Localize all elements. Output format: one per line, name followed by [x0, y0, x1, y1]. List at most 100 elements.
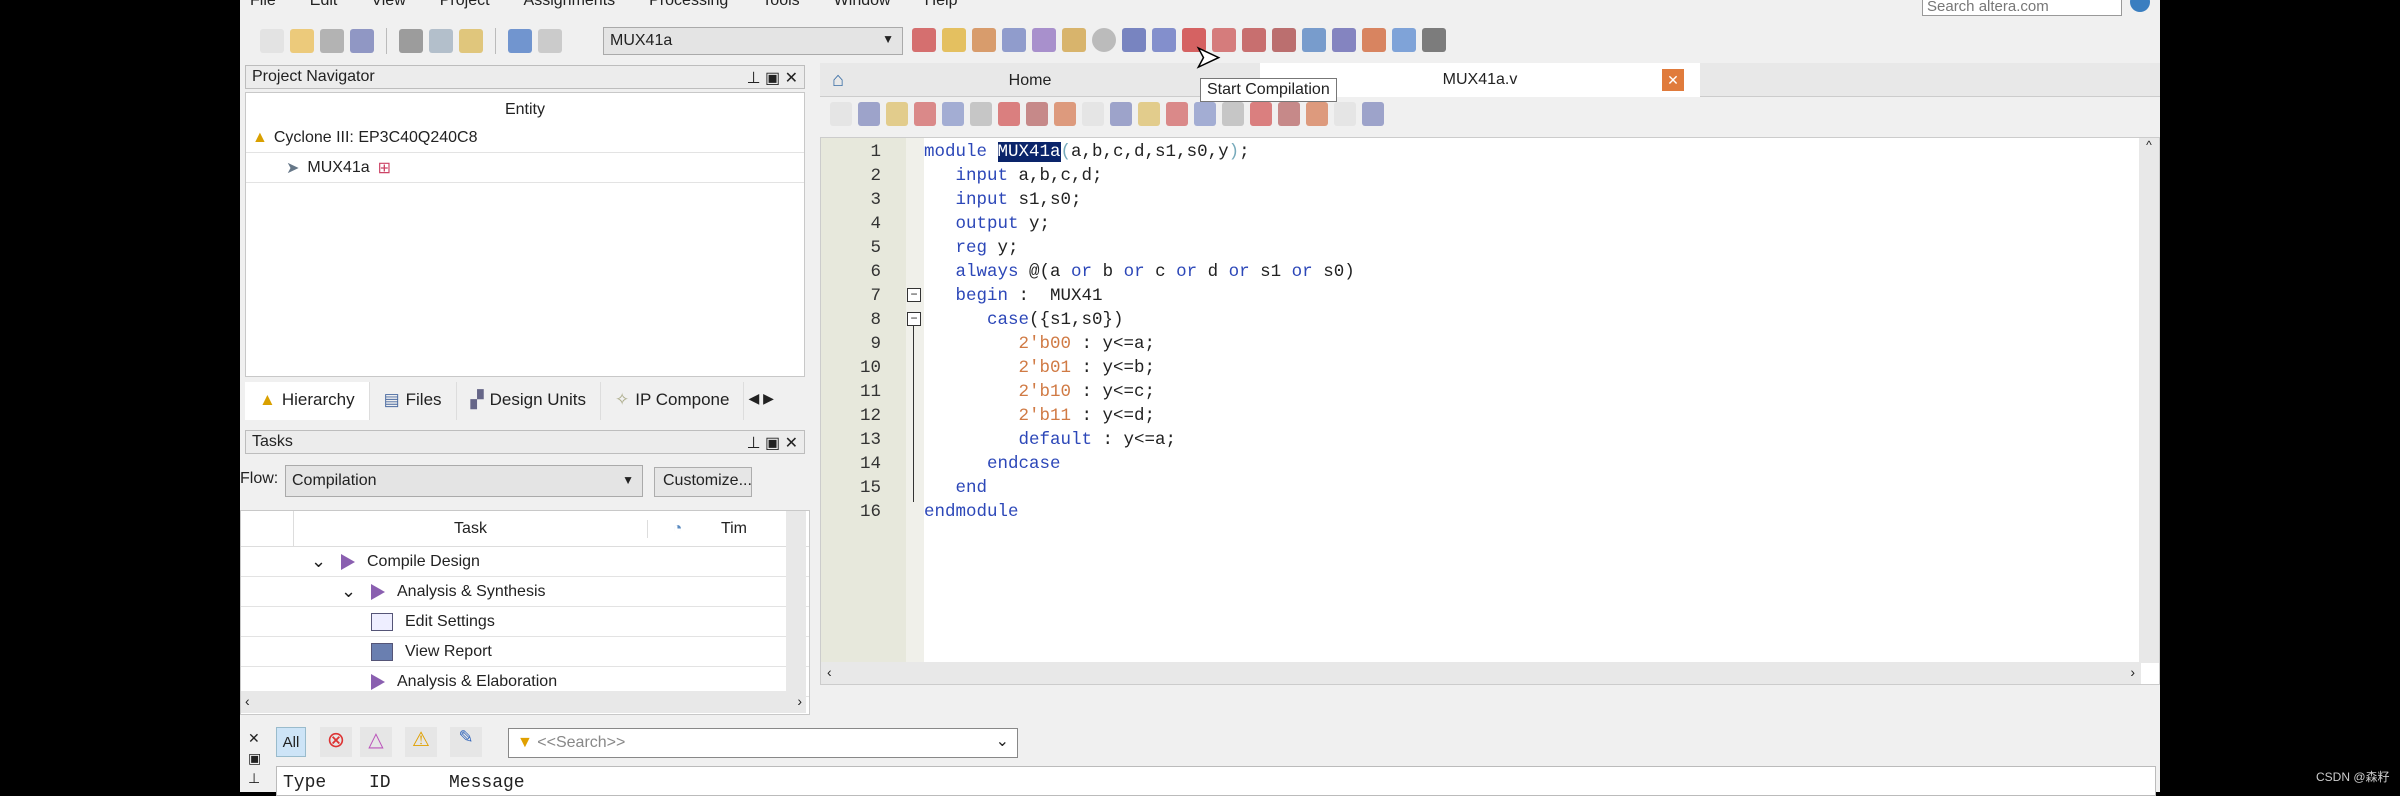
code-line[interactable]: input s1,s0; — [924, 188, 1355, 212]
code-line[interactable]: reg y; — [924, 236, 1355, 260]
menu-view[interactable]: View — [371, 0, 405, 14]
fitter-icon[interactable] — [1062, 28, 1086, 52]
netlist-icon[interactable] — [912, 28, 936, 52]
tab-home[interactable]: ⌂ Home — [820, 65, 1240, 97]
task-row[interactable]: ⌄ Analysis & Synthesis — [241, 577, 809, 607]
save-all-icon[interactable] — [350, 29, 374, 53]
filter-suppress-button[interactable]: ✎ — [450, 727, 482, 757]
copy-icon[interactable] — [429, 29, 453, 53]
flow-select[interactable]: Compilation ▼ — [285, 465, 643, 497]
code-line[interactable]: end — [924, 476, 1355, 500]
tree-item-device[interactable]: ▲ Cyclone III: EP3C40Q240C8 — [246, 123, 804, 153]
code-line[interactable]: always @(a or b or c or d or s1 or s0) — [924, 260, 1355, 284]
unindent-icon[interactable] — [970, 102, 992, 126]
block2-icon[interactable] — [1334, 102, 1356, 126]
vertical-scrollbar[interactable] — [786, 511, 806, 691]
column-header-time[interactable]: Tim — [707, 520, 747, 538]
panel-controls[interactable]: ⊥ ▣ ✕ — [747, 433, 798, 452]
filter-warning-button[interactable]: ⚠ — [405, 727, 437, 757]
chevron-down-icon[interactable]: ⌄ — [311, 551, 341, 572]
menu-processing[interactable]: Processing — [649, 0, 728, 14]
customize-button[interactable]: Customize... — [654, 467, 752, 497]
find-icon[interactable] — [858, 102, 880, 126]
technology-map-icon[interactable] — [1272, 28, 1296, 52]
filter-error-button[interactable]: ⊗ — [320, 727, 352, 757]
rtl-viewer-icon[interactable] — [1152, 28, 1176, 52]
ab-icon[interactable] — [1250, 102, 1272, 126]
horizontal-scrollbar[interactable]: ‹ › — [241, 691, 806, 713]
code-line[interactable]: endcase — [924, 452, 1355, 476]
tab-scroll-right[interactable]: ◀ ▶ — [744, 382, 777, 420]
code-line[interactable]: 2'b00 : y<=a; — [924, 332, 1355, 356]
goto-icon[interactable] — [1278, 102, 1300, 126]
menu-assignments[interactable]: Assignments — [524, 0, 616, 14]
messages-search-input[interactable]: ▼ <<Search>> ⌄ — [508, 728, 1018, 758]
fold-toggle-icon[interactable]: − — [907, 312, 921, 326]
tab-design-units[interactable]: ▞ Design Units — [457, 382, 601, 420]
code-line[interactable]: output y; — [924, 212, 1355, 236]
search-web-input[interactable]: Search altera.com — [1922, 0, 2122, 16]
tab-ip-compone[interactable]: ✧ IP Compone — [601, 382, 745, 420]
code-content[interactable]: module MUX41a(a,b,c,d,s1,s0,y); input a,… — [924, 140, 1355, 524]
horizontal-scrollbar[interactable]: ‹ › — [821, 662, 2141, 684]
ssn-icon[interactable] — [1362, 28, 1386, 52]
tree-item-entity[interactable]: ➤ MUX41a ⊞ — [246, 153, 804, 183]
code-line[interactable]: 2'b11 : y<=d; — [924, 404, 1355, 428]
messages-controls[interactable]: ✕ ▣ ⊥ — [248, 728, 261, 788]
signaltap-icon[interactable] — [1332, 28, 1356, 52]
pin-planner-icon[interactable] — [942, 28, 966, 52]
filter-critical-warning-button[interactable]: △ — [360, 727, 392, 757]
code-editor[interactable]: 1 2 3 4 5 6 7 8 9 10 11 12 13 14 15 16 − − module MUX41… — [820, 137, 2160, 685]
menu-project[interactable]: Project — [440, 0, 490, 14]
code-line[interactable]: endmodule — [924, 500, 1355, 524]
programmer-icon[interactable] — [1302, 28, 1326, 52]
block3-icon[interactable] — [1362, 102, 1384, 126]
tab-hierarchy[interactable]: ▲ Hierarchy — [245, 382, 370, 420]
open-folder-icon[interactable] — [290, 29, 314, 53]
fold-toggle-icon[interactable]: − — [907, 288, 921, 302]
bookmark-list-icon[interactable] — [1110, 102, 1132, 126]
column-header-entity[interactable]: Entity — [246, 93, 804, 123]
task-row[interactable]: ⌄ Compile Design — [241, 547, 809, 577]
globe-icon[interactable] — [2130, 0, 2150, 12]
entity-select[interactable]: MUX41a ▼ — [603, 27, 903, 55]
code-line[interactable]: 2'b01 : y<=b; — [924, 356, 1355, 380]
next-bookmark-icon[interactable] — [1026, 102, 1048, 126]
task-row[interactable]: View Report — [241, 637, 809, 667]
code-line[interactable]: default : y<=a; — [924, 428, 1355, 452]
filter-all-button[interactable]: All — [276, 727, 306, 757]
vertical-scrollbar[interactable]: ^ — [2139, 138, 2159, 663]
menu-help[interactable]: Help — [925, 0, 958, 14]
menu-file[interactable]: File — [250, 0, 276, 14]
code-line[interactable]: 2'b10 : y<=c; — [924, 380, 1355, 404]
tab-files[interactable]: ▤ Files — [370, 382, 457, 420]
code-line[interactable]: begin : MUX41 — [924, 284, 1355, 308]
assignment-editor-icon[interactable] — [972, 28, 996, 52]
chip-planner-icon[interactable] — [1242, 28, 1266, 52]
chevron-down-icon[interactable]: ⌄ — [341, 581, 371, 602]
help-icon[interactable] — [1392, 28, 1416, 52]
save-icon[interactable] — [320, 29, 344, 53]
menu-tools[interactable]: Tools — [762, 0, 799, 14]
attach-icon[interactable] — [1138, 102, 1160, 126]
menu-window[interactable]: Window — [834, 0, 891, 14]
check-icon[interactable] — [1194, 102, 1216, 126]
script-icon[interactable] — [1166, 102, 1188, 126]
close-tab-icon[interactable]: ✕ — [1662, 69, 1684, 91]
indent-icon[interactable] — [942, 102, 964, 126]
cut-icon[interactable] — [399, 29, 423, 53]
task-row[interactable]: Edit Settings — [241, 607, 809, 637]
line-numbers-icon[interactable] — [1222, 102, 1244, 126]
insert-template-icon[interactable] — [830, 102, 852, 126]
analysis-icon[interactable] — [1002, 28, 1026, 52]
menu-edit[interactable]: Edit — [310, 0, 338, 14]
block-icon[interactable] — [1306, 102, 1328, 126]
clear-bookmark-icon[interactable] — [1082, 102, 1104, 126]
redo-icon[interactable] — [538, 29, 562, 53]
bookmark-icon[interactable] — [998, 102, 1020, 126]
replace-icon[interactable] — [886, 102, 908, 126]
code-line[interactable]: case({s1,s0}) — [924, 308, 1355, 332]
prev-bookmark-icon[interactable] — [1054, 102, 1076, 126]
panel-controls[interactable]: ⊥ ▣ ✕ — [747, 68, 798, 87]
undo-icon[interactable] — [508, 29, 532, 53]
